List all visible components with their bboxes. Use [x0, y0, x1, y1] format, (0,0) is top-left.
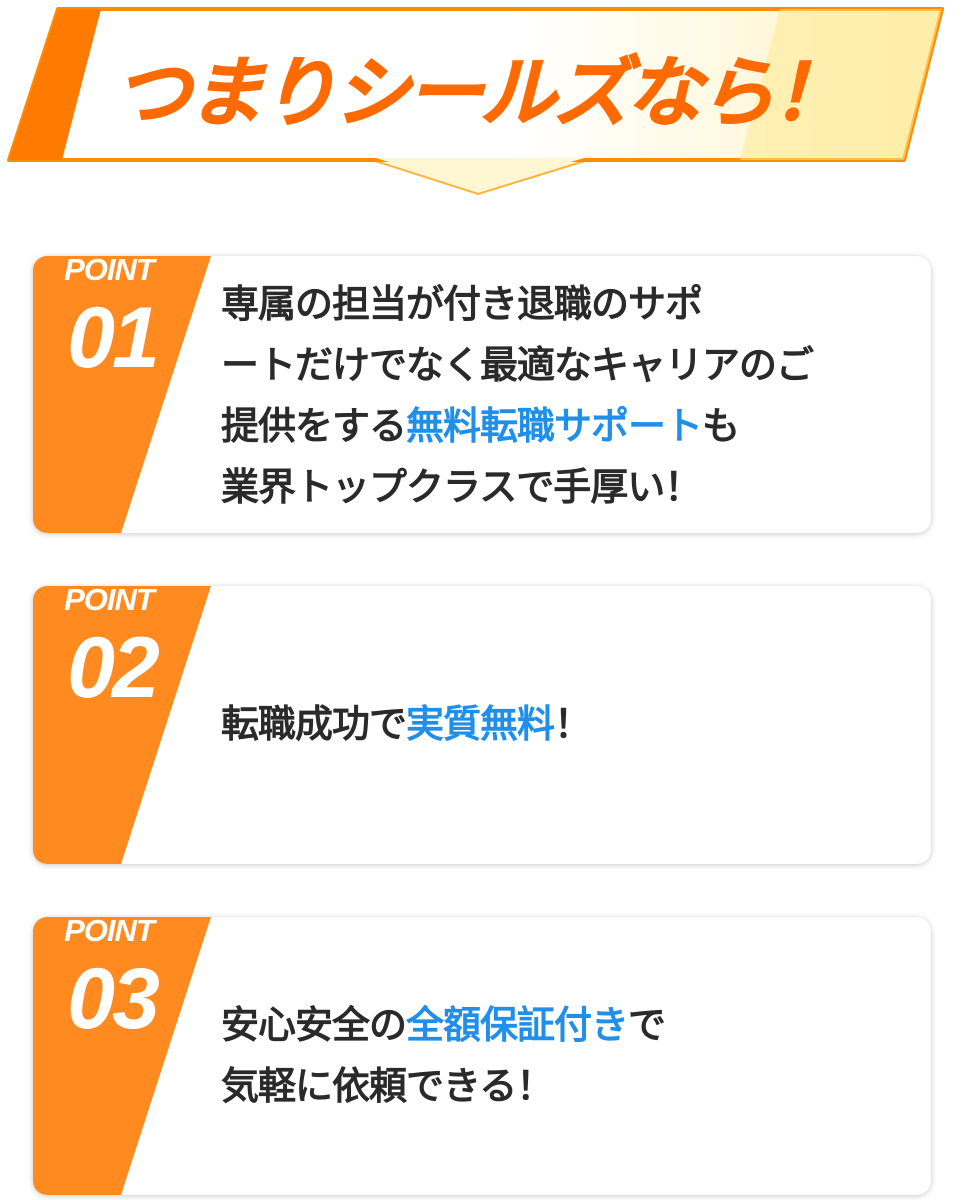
point-description: 安心安全の全額保証付きで気軽に依頼できる！ — [221, 995, 901, 1117]
point-number: 01 — [67, 290, 160, 386]
description-text: 提供をする — [221, 404, 407, 448]
description-line: 業界トップクラスで手厚い！ — [221, 457, 901, 518]
highlight-text: 実質無料 — [406, 702, 555, 746]
point-label: POINT — [64, 586, 155, 617]
description-line: 気軽に依頼できる！ — [221, 1056, 901, 1117]
description-line: 提供をする無料転職サポートも — [221, 396, 901, 457]
point-badge: POINT 03 — [33, 917, 213, 1195]
description-text: ートだけでなく最適なキャリアのご — [221, 343, 814, 387]
point-number: 03 — [67, 951, 160, 1047]
point-badge: POINT 01 — [33, 256, 213, 533]
description-line: 安心安全の全額保証付きで — [221, 995, 901, 1056]
highlight-text: 全額保証付き — [406, 1003, 629, 1047]
point-description: 専属の担当が付き退職のサポ ートだけでなく最適なキャリアのご 提供をする無料転職サポ… — [221, 274, 901, 518]
description-line: 転職成功で実質無料！ — [221, 694, 901, 755]
description-text: 気軽に依頼できる！ — [221, 1064, 554, 1108]
point-number: 02 — [67, 620, 160, 716]
point-label: POINT — [64, 256, 155, 287]
header-banner: つまりシールズなら！ — [0, 0, 961, 200]
point-card-3: POINT 03 安心安全の全額保証付きで気軽に依頼できる！ — [33, 917, 931, 1195]
description-line: 専属の担当が付き退職のサポ — [221, 274, 901, 335]
point-label: POINT — [64, 917, 155, 948]
description-text: 専属の担当が付き退職のサポ — [221, 282, 703, 326]
description-line: ートだけでなく最適なキャリアのご — [221, 335, 901, 396]
description-text: 安心安全の — [221, 1003, 407, 1047]
point-card-1: POINT 01 専属の担当が付き退職のサポ ートだけでなく最適なキャリアのご 提供… — [33, 256, 931, 533]
description-text: も — [702, 404, 740, 448]
highlight-text: 無料転職サポート — [406, 404, 703, 448]
description-text: 転職成功で — [221, 702, 407, 746]
point-badge: POINT 02 — [33, 586, 213, 864]
description-text: 業界トップクラスで手厚い！ — [221, 465, 702, 509]
description-text: ！ — [554, 702, 592, 746]
header-title: つまりシールズなら！ — [114, 47, 849, 138]
point-description: 転職成功で実質無料！ — [221, 694, 901, 755]
description-text: で — [628, 1003, 666, 1047]
point-card-2: POINT 02 転職成功で実質無料！ — [33, 586, 931, 864]
